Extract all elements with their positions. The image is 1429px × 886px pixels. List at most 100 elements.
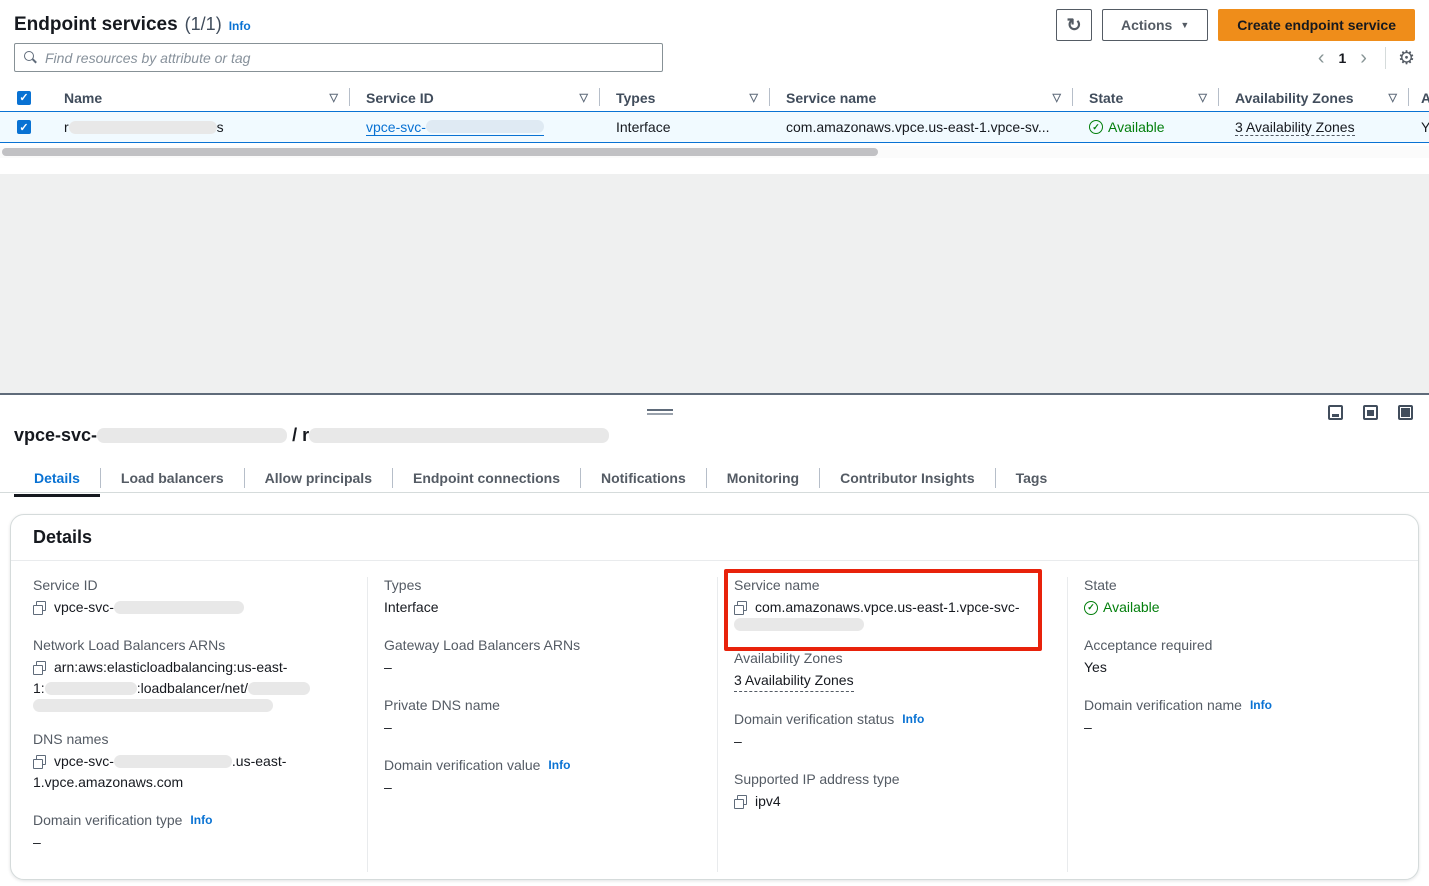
copy-icon[interactable] <box>734 795 747 809</box>
redacted-text <box>97 428 287 443</box>
info-link[interactable]: Info <box>902 712 924 726</box>
field-label-text: Types <box>384 577 421 593</box>
panel-position-full-icon[interactable] <box>1398 405 1413 420</box>
tab-monitoring[interactable]: Monitoring <box>707 463 819 493</box>
tab-allow-principals[interactable]: Allow principals <box>245 463 392 493</box>
text-segment: ipv4 <box>755 791 781 812</box>
column-header-state[interactable]: State ▽ <box>1073 84 1219 111</box>
redacted-text <box>45 682 137 695</box>
info-link[interactable]: Info <box>1250 698 1272 712</box>
info-link[interactable]: Info <box>229 19 251 33</box>
service-id-link[interactable]: vpce-svc- <box>366 119 544 136</box>
field-availability-zones: Availability Zones 3 Availability Zones <box>734 650 1053 692</box>
available-check-icon: ✓ <box>1089 120 1103 134</box>
copy-icon[interactable] <box>33 601 46 615</box>
availability-zones-link[interactable]: 3 Availability Zones <box>734 670 854 692</box>
filter-icon[interactable]: ▽ <box>580 91 588 104</box>
text-segment: r <box>64 119 69 135</box>
field-network-load-balancers-arns: Network Load Balancers ARNs arn:aws:elast… <box>33 637 353 712</box>
field-label: Network Load Balancers ARNs <box>33 637 353 653</box>
text-segment: 3 Availability Zones <box>734 672 854 688</box>
field-private-dns-name: Private DNS name – <box>384 697 703 738</box>
copy-icon[interactable] <box>734 601 747 615</box>
column-header-types[interactable]: Types▽ <box>600 84 770 111</box>
previous-page-button[interactable]: ‹ <box>1312 48 1331 68</box>
tab-notifications[interactable]: Notifications <box>581 463 706 493</box>
field-label-text: Acceptance required <box>1084 637 1212 653</box>
next-page-button[interactable]: › <box>1354 48 1373 68</box>
resource-count: (1/1) <box>185 14 222 35</box>
preferences-gear-icon[interactable]: ⚙ <box>1398 49 1415 68</box>
field-value: Yes <box>1084 657 1384 678</box>
refresh-button[interactable]: ↻ <box>1056 9 1092 41</box>
redacted-text <box>114 755 232 768</box>
copy-icon[interactable] <box>33 755 46 769</box>
column-header-service-id[interactable]: Service ID▽ <box>350 84 600 111</box>
text-segment: arn:aws:elasticloadbalancing:us-east- <box>54 657 287 678</box>
tab-tags[interactable]: Tags <box>996 463 1068 493</box>
select-all-checkbox[interactable]: ✓ <box>17 91 31 105</box>
field-types: TypesInterface <box>384 577 703 618</box>
panel-position-side-icon[interactable] <box>1363 405 1378 420</box>
column-label: Availability Zones <box>1235 90 1354 106</box>
split-panel-drag-handle[interactable] <box>647 409 673 417</box>
row-name: rs <box>48 112 350 142</box>
field-value: ipv4 <box>734 791 1053 812</box>
redacted-text <box>309 428 609 443</box>
create-endpoint-service-button[interactable]: Create endpoint service <box>1218 9 1415 41</box>
field-label-text: Gateway Load Balancers ARNs <box>384 637 580 653</box>
filter-icon[interactable]: ▽ <box>1199 91 1207 104</box>
actions-label: Actions <box>1121 17 1172 33</box>
column-header-service-name[interactable]: Service name ▽ <box>770 84 1073 111</box>
details-column-2: TypesInterface Gateway Load Balancers ARN… <box>367 577 717 872</box>
filter-icon[interactable]: ▽ <box>330 91 338 104</box>
details-column-3: Service namecom.amazonaws.vpce.us-east-1… <box>717 577 1067 872</box>
details-card-header: Details <box>11 515 1418 561</box>
filter-icon[interactable]: ▽ <box>1389 91 1397 104</box>
field-label: Domain verification statusInfo <box>734 711 1053 727</box>
filter-icon[interactable]: ▽ <box>1053 91 1061 104</box>
redacted-text <box>114 601 244 614</box>
redacted-text <box>248 682 310 695</box>
tab-endpoint-connections[interactable]: Endpoint connections <box>393 463 580 493</box>
column-header-availability-zones[interactable]: Availability Zones ▽ <box>1219 84 1409 111</box>
info-link[interactable]: Info <box>190 813 212 827</box>
filter-icon[interactable]: ▽ <box>750 91 758 104</box>
info-link[interactable]: Info <box>548 758 570 772</box>
available-check-icon: ✓ <box>1084 601 1098 615</box>
text-segment: .us-east- <box>232 751 286 772</box>
availability-zones-link[interactable]: 3 Availability Zones <box>1235 119 1355 136</box>
field-label-text: Availability Zones <box>734 650 843 666</box>
actions-button[interactable]: Actions▼ <box>1102 9 1208 41</box>
row-checkbox[interactable]: ✓ <box>17 120 31 134</box>
column-label: Service name <box>786 90 876 106</box>
column-header-name[interactable]: Name▽ <box>48 84 350 111</box>
search-input[interactable] <box>45 50 653 66</box>
page-header: Endpoint services (1/1) Info ↻ Actions▼ … <box>14 8 1415 42</box>
column-label: State <box>1089 90 1123 106</box>
tab-load-balancers[interactable]: Load balancers <box>101 463 244 493</box>
field-value: – <box>1084 717 1384 738</box>
split-panel: vpce-svc- / r DetailsLoad balancersAllow… <box>0 393 1429 886</box>
scrollbar-thumb[interactable] <box>2 148 878 156</box>
field-service-name: Service namecom.amazonaws.vpce.us-east-1… <box>734 577 1053 631</box>
field-domain-verification-value: Domain verification valueInfo– <box>384 757 703 798</box>
tab-details[interactable]: Details <box>14 463 100 493</box>
table-header: ✓ Name▽ Service ID▽ Types▽ Service name ▽… <box>0 84 1429 111</box>
details-card-body: Service IDvpce-svc-Network Load Balancer… <box>11 561 1418 880</box>
panel-position-bottom-icon[interactable] <box>1328 405 1343 420</box>
field-domain-verification-type: Domain verification typeInfo– <box>33 812 353 853</box>
tab-contributor-insights[interactable]: Contributor Insights <box>820 463 995 493</box>
field-value: com.amazonaws.vpce.us-east-1.vpce-svc- <box>734 597 1053 618</box>
table-row[interactable]: ✓ rs vpce-svc- Interface com.amazonaws.v… <box>0 111 1429 143</box>
field-supported-ip-address-type: Supported IP address typeipv4 <box>734 771 1053 812</box>
column-header-acceptance[interactable]: A <box>1409 84 1429 111</box>
split-panel-title: vpce-svc- / r <box>14 425 609 446</box>
text-segment: – <box>384 717 392 738</box>
copy-icon[interactable] <box>33 661 46 675</box>
split-panel-preferences <box>1328 405 1413 420</box>
field-label: Domain verification nameInfo <box>1084 697 1384 713</box>
field-domain-verification-status: Domain verification statusInfo– <box>734 711 1053 752</box>
field-label-text: Private DNS name <box>384 697 500 713</box>
details-column-4: State✓AvailableAcceptance requiredYesDom… <box>1067 577 1398 872</box>
